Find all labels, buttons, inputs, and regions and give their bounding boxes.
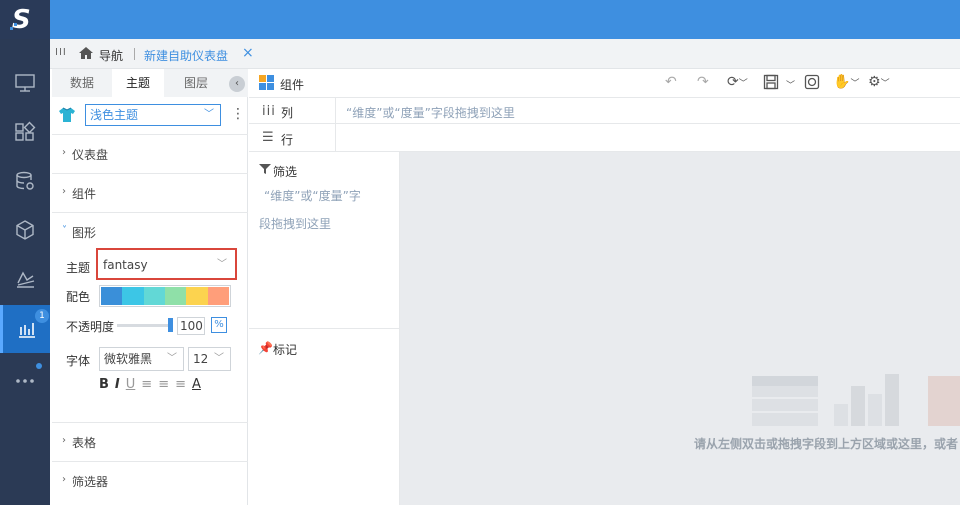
palette-label: 配色 [66, 290, 91, 304]
format-toolbar: B I U ≡ ≡ ≡ A [99, 377, 231, 395]
columns-label: 列 [281, 106, 294, 120]
hand-icon[interactable]: ✋﹀ [833, 74, 859, 90]
palette-swatch [207, 287, 229, 305]
opacity-slider-handle[interactable] [168, 318, 173, 332]
chart-theme-select[interactable]: fantasy ﹀ [99, 254, 233, 278]
bold-button[interactable]: B [99, 377, 109, 395]
cube-icon[interactable] [0, 206, 50, 254]
empty-placeholder-icon [752, 374, 960, 426]
percent-toggle[interactable]: % [211, 317, 227, 333]
palette-swatch [101, 287, 123, 305]
left-nav: 1 [0, 39, 50, 505]
font-color-icon[interactable]: A [192, 377, 201, 395]
filter-label: 筛选 [273, 165, 298, 179]
chevron-right-icon: › [62, 435, 66, 446]
database-settings-icon[interactable] [0, 157, 50, 205]
section-filter[interactable]: › 筛选器 [52, 461, 248, 505]
component-grid-icon [259, 75, 275, 94]
chevron-right-icon: › [62, 147, 66, 158]
panel-tabs: 数据 主题 图层 ‹ [52, 69, 248, 97]
settings-icon[interactable]: ⚙﹀ [868, 74, 890, 90]
more-dot [36, 363, 42, 369]
chart-line-icon[interactable] [0, 255, 50, 303]
opacity-input[interactable]: 100 [177, 317, 205, 335]
home-tab[interactable]: 导航 [99, 47, 123, 64]
columns-drop-zone[interactable]: “维度”或“度量”字段拖拽到这里 [335, 98, 960, 123]
tab-bar: III 导航 新建自助仪表盘 × [50, 39, 960, 69]
dashboard-icon[interactable]: 1 [0, 305, 50, 353]
filter-icon [259, 163, 271, 178]
tab-divider [134, 48, 135, 60]
italic-button[interactable]: I [115, 377, 120, 395]
font-label: 字体 [66, 354, 91, 368]
palette-swatch [186, 287, 208, 305]
home-icon[interactable] [78, 46, 94, 63]
more-options-icon[interactable]: ⋮ [231, 106, 245, 122]
rows-drop-zone[interactable] [335, 124, 960, 151]
opacity-label: 不透明度 [66, 320, 115, 334]
redo-icon[interactable]: ↷ [697, 74, 709, 90]
underline-button[interactable]: U [126, 377, 136, 395]
chevron-down-icon[interactable]: ˅ [62, 225, 67, 236]
divider [249, 328, 400, 329]
align-right-icon[interactable]: ≡ [175, 377, 186, 395]
theme-select[interactable]: 浅色主题 ﹀ [85, 104, 221, 126]
collapse-panel-icon[interactable]: ‹ [229, 76, 245, 92]
refresh-icon[interactable]: ⟳﹀ [727, 74, 748, 90]
font-size-select[interactable]: 12 ﹀ [188, 347, 231, 371]
canvas-hint: 请从左侧双击或拖拽字段到上方区域或这里，或者 [694, 437, 959, 451]
theme-shirt-icon [58, 107, 76, 126]
chevron-down-icon[interactable]: ﹀ [786, 78, 795, 91]
rows-label: 行 [281, 133, 294, 147]
component-label: 组件 [280, 78, 305, 92]
mark-label: 标记 [273, 343, 298, 357]
section-dashboard[interactable]: › 仪表盘 [52, 134, 248, 172]
align-center-icon[interactable]: ≡ [158, 377, 169, 395]
palette-picker[interactable] [99, 285, 231, 307]
tab-new-dashboard[interactable]: 新建自助仪表盘 [144, 47, 228, 64]
tab-theme[interactable]: 主题 [112, 69, 164, 97]
chevron-right-icon: › [62, 474, 66, 485]
preview-icon[interactable] [804, 74, 820, 94]
chevron-right-icon: › [62, 186, 66, 197]
rows-icon: ☰ [262, 130, 274, 145]
theme-label: 主题 [66, 261, 91, 275]
undo-icon[interactable]: ↶ [665, 74, 677, 90]
tab-data[interactable]: 数据 [56, 69, 108, 97]
more-icon[interactable] [0, 357, 50, 405]
palette-swatch [143, 287, 165, 305]
section-table[interactable]: › 表格 [52, 422, 248, 460]
canvas-drop-area[interactable]: 请从左侧双击或拖拽字段到上方区域或这里，或者 [400, 152, 960, 505]
font-family-select[interactable]: 微软雅黑 ﹀ [99, 347, 184, 371]
apps-icon[interactable] [0, 108, 50, 156]
menu-toggle[interactable]: III [55, 47, 67, 58]
tab-layers[interactable]: 图层 [170, 69, 222, 97]
monitor-icon[interactable] [0, 59, 50, 107]
pin-icon: 📌 [258, 341, 273, 355]
section-component[interactable]: › 组件 [52, 173, 248, 211]
close-tab-icon[interactable]: × [242, 45, 254, 61]
save-icon[interactable] [763, 74, 779, 94]
svg-text:S: S [12, 5, 31, 35]
align-left-icon[interactable]: ≡ [141, 377, 152, 395]
notification-badge: 1 [35, 309, 49, 323]
columns-icon: iii [262, 104, 276, 119]
top-bar [0, 0, 960, 39]
palette-swatch [122, 287, 144, 305]
app-logo[interactable]: S [0, 0, 50, 39]
palette-swatch [164, 287, 187, 305]
opacity-slider-track[interactable] [117, 324, 173, 327]
